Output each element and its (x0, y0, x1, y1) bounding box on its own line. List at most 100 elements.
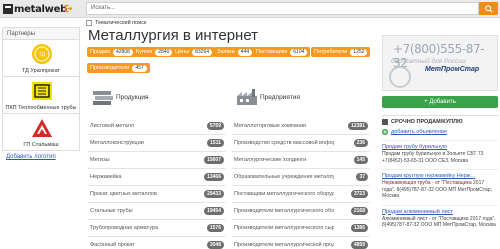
pill-manufacturers[interactable]: Производители 457 (87, 63, 150, 73)
row-label: Металлоторговые компании (234, 123, 306, 129)
company-row[interactable]: Производители металлургической продукции… (232, 237, 370, 249)
pill-sell[interactable]: Продам 42808 (87, 47, 136, 57)
news-title[interactable]: Продам трубу бурильную (382, 144, 498, 151)
pill-consumers[interactable]: Потребители 1252 (311, 47, 371, 57)
add-ad-link[interactable]: добавить объявление (382, 129, 498, 135)
partner-logo-uralprokat: ТД (32, 44, 52, 64)
row-label: Производители металлургической продукции (234, 242, 334, 248)
product-row[interactable]: Фасонный прокат 3048 (88, 237, 226, 249)
logo-mark-icon (3, 4, 13, 14)
products-column: Продукция Листовой металл 5769 Металлокон… (88, 80, 226, 249)
add-logo-link[interactable]: Добавить логотип (2, 151, 80, 163)
globe-icon (389, 66, 411, 88)
product-row[interactable]: Метизы 15607 (88, 152, 226, 169)
row-label: Трубопроводная арматура (90, 225, 158, 231)
partner-name: ГП Стальмаш (23, 142, 59, 148)
pill-label: Заявки (217, 49, 235, 55)
pill-count: 444 (237, 48, 253, 56)
row-label: Стальные трубы (90, 208, 133, 214)
company-row[interactable]: Образовательные учреждения металлургич..… (232, 169, 370, 186)
row-count: 4859 (350, 241, 368, 249)
pill-count: 1252 (350, 48, 368, 56)
row-label: Метизы (90, 157, 110, 163)
pill-buy[interactable]: Куплю 2840 (133, 47, 176, 57)
company-row[interactable]: Производство средств массовой информ... 2… (232, 135, 370, 152)
login-icon[interactable] (64, 4, 73, 13)
news-text: Продам трубу бурильную в Зольете СБТ 73 … (382, 151, 484, 164)
companies-column: Предприятия Металлоторговые компании 1238… (232, 80, 370, 249)
partners-title: Партнеры (2, 27, 80, 40)
news-text: Алюминиевый лист - от "Поставщика 2017 г… (382, 215, 496, 229)
row-count: 13466 (204, 173, 224, 181)
search-button[interactable] (479, 2, 498, 15)
news-item[interactable]: Продам круглую нержавейку Нерж... Нержав… (382, 169, 498, 200)
thematic-search-checkbox[interactable] (86, 20, 92, 26)
product-row[interactable]: Металлоконструкции 1511 (88, 135, 226, 152)
pill-prices[interactable]: Цены 83264 (172, 47, 216, 57)
partner-logo-pkp (32, 82, 52, 100)
pill-requests[interactable]: Заявки 444 (214, 47, 256, 57)
row-label: Металлоконструкции (90, 140, 144, 146)
factory-icon (237, 89, 257, 105)
pill-label: Производители (90, 65, 130, 71)
pill-count: 42808 (113, 48, 133, 56)
row-count: 1386 (350, 224, 368, 232)
news-item[interactable]: Продам трубу бурильную Продам трубу бури… (382, 140, 498, 164)
row-count: 12381 (348, 122, 368, 130)
product-row[interactable]: Прокат цветных металлов 29433 (88, 186, 226, 203)
product-row[interactable]: Нержавейка 13466 (88, 169, 226, 186)
thematic-search-label: Тематический поиск (95, 20, 147, 26)
add-ad-label: добавить объявление (391, 129, 447, 135)
row-count: 29433 (204, 190, 224, 198)
news-title[interactable]: Продам круглую нержавейку Нерж... (382, 173, 498, 180)
partner-logo-stalmash (32, 119, 52, 137)
product-row[interactable]: Стальные трубы 19454 (88, 203, 226, 220)
company-row[interactable]: Производители металлургического сырья 138… (232, 220, 370, 237)
row-label: Поставщики металлургического оборудован.… (234, 191, 334, 197)
urgent-header: СРОЧНО ПРОДАМ/КУПЛЮ (382, 115, 498, 125)
search-icon (484, 4, 493, 13)
pill-label: Продам (90, 49, 110, 55)
row-count: 37 (356, 173, 368, 181)
row-label: Производители металлургического сырья (234, 225, 334, 231)
row-count: 5769 (206, 122, 224, 130)
row-count: 3048 (206, 241, 224, 249)
product-row[interactable]: Трубопроводная арматура 1576 (88, 220, 226, 237)
row-count: 1576 (206, 224, 224, 232)
row-label: Прокат цветных металлов (90, 191, 157, 197)
row-count: 3723 (350, 190, 368, 198)
product-row[interactable]: Листовой металл 5769 (88, 118, 226, 135)
company-row[interactable]: Производители металлургического оборуд..… (232, 203, 370, 220)
news-item[interactable]: Продам алюминиевый лист Алюминиевый лист… (382, 204, 498, 229)
svg-text:ТД: ТД (39, 52, 46, 58)
bullet-icon (382, 119, 388, 125)
row-label: Образовательные учреждения металлургич..… (234, 174, 334, 180)
partner-item-2[interactable]: ПКП Теплообменные трубы (2, 77, 80, 114)
pill-count: 2840 (155, 48, 173, 56)
partner-item-1[interactable]: ТД ТД Уралпрокат (2, 40, 80, 77)
row-count: 145 (353, 156, 368, 164)
company-row[interactable]: Металлоторговые компании 12381 (232, 118, 370, 135)
add-button[interactable]: + Добавить (382, 96, 498, 108)
site-logo[interactable]: metalweb (3, 3, 67, 15)
row-count: 15607 (204, 156, 224, 164)
row-label: Производители металлургического оборуд..… (234, 208, 334, 214)
ad-subtitle: бесплатный для России (391, 58, 466, 65)
company-row[interactable]: Поставщики металлургического оборудован.… (232, 186, 370, 203)
news-title[interactable]: Продам алюминиевый лист (382, 209, 498, 216)
partner-name: ПКП Теплообменные трубы (5, 105, 77, 111)
thematic-search-toggle[interactable]: Тематический поиск (86, 20, 146, 26)
urgent-title: СРОЧНО ПРОДАМ/КУПЛЮ (391, 119, 463, 125)
pill-suppliers[interactable]: Поставщики 6104 (253, 47, 311, 57)
products-title: Продукция (116, 94, 149, 101)
pill-label: Потребители (314, 49, 348, 55)
ad-brand: МетПромСтар (425, 66, 480, 73)
news-text: Нержавеющая труба - от "Поставщика 2017 … (382, 180, 492, 199)
partners-sidebar: Партнеры ТД ТД Уралпрокат ПКП Теплообмен… (2, 27, 80, 249)
ad-banner[interactable]: +7(800)555-87-32 бесплатный для России М… (382, 35, 498, 91)
search-input[interactable]: Искать... (86, 2, 479, 15)
company-row[interactable]: Металлургические холдинги 145 (232, 152, 370, 169)
row-label: Металлургические холдинги (234, 157, 307, 163)
partner-item-3[interactable]: ГП Стальмаш (2, 114, 80, 151)
steel-products-icon (93, 91, 113, 105)
